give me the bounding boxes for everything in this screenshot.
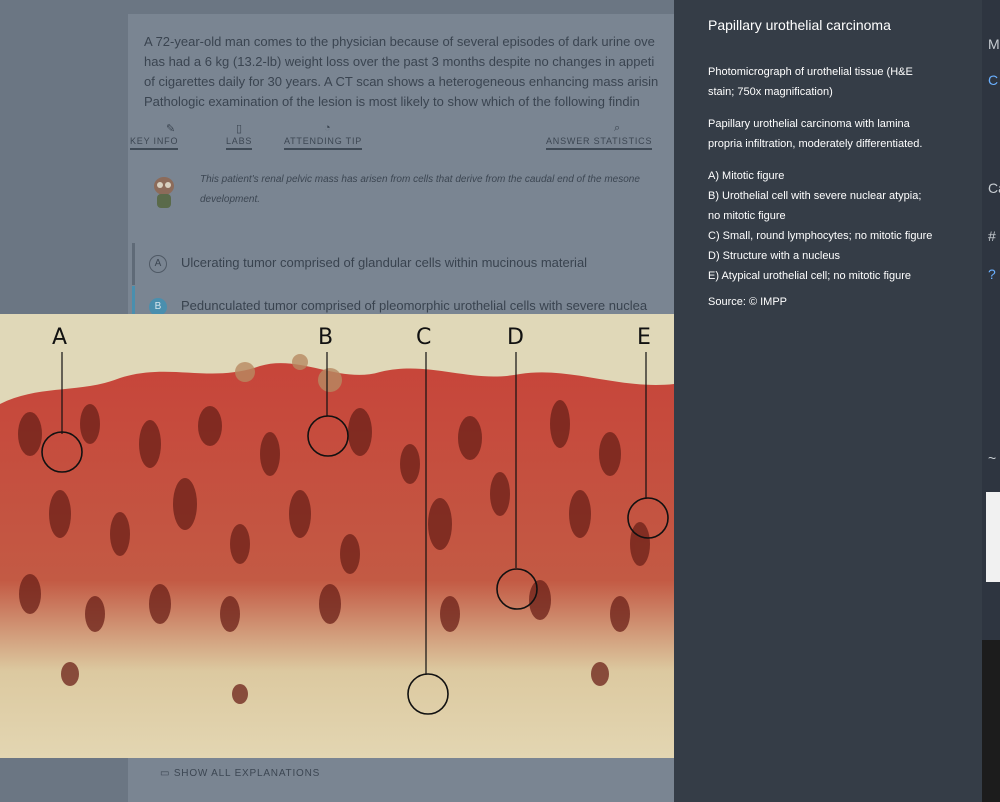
choice-letter: A [149, 255, 167, 273]
explanations-label: SHOW ALL EXPLANATIONS [173, 768, 321, 779]
answer-choice-a[interactable]: A Ulcerating tumor comprised of glandula… [132, 243, 674, 285]
answer-statistics-icon: ⌕ [614, 122, 621, 134]
explanations-icon: ▭ [160, 768, 174, 779]
screen: A 72-year-old man comes to the physician… [0, 0, 1000, 802]
tab-labs[interactable]: LABS [226, 136, 253, 150]
tab-key-info[interactable]: KEY INFO [130, 136, 179, 150]
pointer-label-d: D [507, 325, 524, 350]
edge-glyph-5: ? [988, 266, 996, 282]
question-stem-line-4: Pathologic examination of the lesion is … [144, 94, 640, 109]
tab-attending-tip[interactable]: ATTENDING TIP [284, 136, 363, 150]
legend-item-b-cont: no mitotic figure [708, 210, 786, 222]
pointer-label-b: B [318, 325, 333, 350]
edge-glyph-4: # [988, 228, 996, 244]
owl-mascot-icon [154, 177, 174, 208]
edge-glyph-2: C [988, 72, 999, 88]
edge-glyph-1: M [988, 36, 1000, 52]
pointer-label-a: A [52, 325, 67, 350]
show-all-explanations-link[interactable]: ▭ SHOW ALL EXPLANATIONS [160, 768, 320, 779]
labs-icon: ▯ [236, 123, 243, 135]
question-stem-line-2: has had a 6 kg (13.2-lb) weight loss ove… [144, 54, 655, 69]
image-info-panel: Papillary urothelial carcinoma Photomicr… [674, 0, 982, 802]
adjacent-window-white-area [986, 492, 1000, 582]
image-source: Source: © IMPP [708, 296, 788, 308]
choice-text: Pedunculated tumor comprised of pleomorp… [181, 298, 648, 313]
choice-text: Ulcerating tumor comprised of glandular … [181, 255, 588, 270]
question-toolbar: ✎ KEY INFO ▯ LABS ◔ ATTENDING TIP ⌕ ANSW… [130, 122, 674, 154]
legend-item-a: A) Mitotic figure [708, 170, 785, 182]
edge-glyph-3: Ca [988, 180, 1000, 196]
legend-item-c: C) Small, round lymphocytes; no mitotic … [708, 230, 933, 242]
tab-answer-statistics[interactable]: ANSWER STATISTICS [546, 136, 653, 150]
pointer-label-e: E [637, 325, 651, 350]
legend-item-d: D) Structure with a nucleus [708, 250, 841, 262]
adjacent-window-dark-area [982, 640, 1000, 802]
caption-line-2: stain; 750x magnification) [708, 86, 833, 98]
key-info-icon: ✎ [166, 123, 176, 135]
micrograph-image[interactable]: A B C D E [0, 314, 674, 758]
legend-item-e: E) Atypical urothelial cell; no mitotic … [708, 270, 911, 282]
tip-line-1: This patient's renal pelvic mass has ari… [200, 174, 640, 185]
attending-tip-icon: ◔ [324, 122, 331, 134]
caption-line-1: Photomicrograph of urothelial tissue (H&… [708, 66, 913, 78]
tip-line-2: development. [200, 194, 261, 205]
pointer-label-c: C [416, 325, 431, 350]
panel-title: Papillary urothelial carcinoma [708, 17, 891, 33]
description-line-2: propria infiltration, moderately differe… [708, 138, 923, 150]
description-line-1: Papillary urothelial carcinoma with lami… [708, 118, 910, 130]
question-stem-line-1: A 72-year-old man comes to the physician… [144, 34, 655, 49]
micrograph-svg: A B C D E [0, 314, 674, 758]
attending-tip-text: This patient's renal pelvic mass has ari… [200, 170, 670, 210]
edge-glyph-6: ~ [988, 450, 997, 466]
question-stem-line-3: of cigarettes daily for 30 years. A CT s… [144, 74, 659, 89]
legend-item-b: B) Urothelial cell with severe nuclear a… [708, 190, 922, 202]
